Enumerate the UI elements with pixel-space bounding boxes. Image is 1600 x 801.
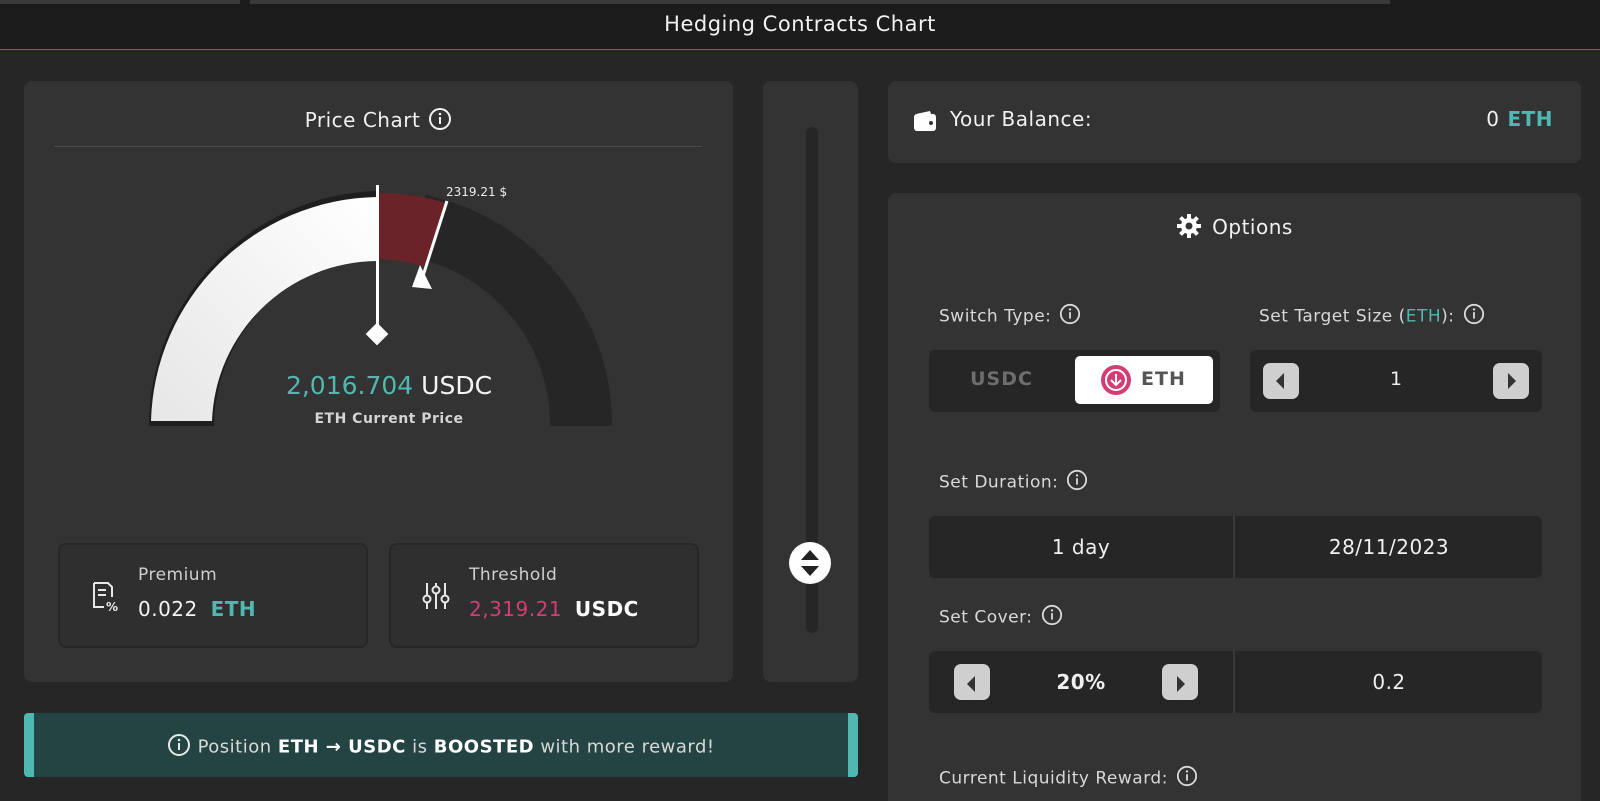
divider — [54, 146, 702, 147]
premium-label: Premium — [138, 565, 218, 585]
current-price-needle — [376, 185, 379, 331]
boost-suffix: with more reward! — [540, 736, 715, 758]
duration-field: 1 day 28/11/2023 — [929, 516, 1542, 578]
tab-indicator — [1108, 0, 1390, 4]
balance-card: Your Balance: 0 ETH — [888, 81, 1581, 163]
info-icon[interactable] — [1041, 604, 1063, 631]
target-size-label-prefix: Set Target Size ( — [1259, 306, 1406, 327]
threshold-box: Threshold 2,319.21 USDC — [389, 543, 699, 648]
threshold-label: Threshold — [469, 565, 558, 585]
cover-label-text: Set Cover: — [939, 607, 1033, 628]
boost-banner: Position ETH → USDC is BOOSTED with more… — [24, 713, 858, 777]
premium-box: % Premium 0.022 ETH — [58, 543, 368, 648]
options-title-text: Options — [1212, 215, 1293, 239]
switch-option-eth-label: ETH — [1141, 368, 1186, 390]
threshold-marker — [412, 265, 432, 289]
switch-type-label-text: Switch Type: — [939, 306, 1052, 327]
tab-indicator — [0, 0, 240, 4]
premium-amount: 0.022 — [138, 597, 198, 621]
duration-label-text: Set Duration: — [939, 472, 1059, 493]
options-title: Options — [888, 213, 1581, 244]
boost-prefix: Position — [197, 736, 272, 758]
cover-percent: 20% — [1056, 670, 1106, 694]
threshold-value: 2,319.21 USDC — [469, 597, 639, 621]
premium-icon: % — [90, 581, 120, 617]
price-chart-card: Price Chart 2319.21 $ 2,016.704 USDC ETH … — [24, 81, 733, 682]
info-icon[interactable] — [1066, 469, 1088, 496]
boost-pair: ETH → USDC — [277, 736, 406, 758]
tab-indicator — [538, 0, 1108, 4]
svg-text:%: % — [106, 600, 118, 613]
tab-indicator — [250, 0, 540, 4]
info-icon[interactable] — [1176, 765, 1198, 792]
premium-value: 0.022 ETH — [138, 597, 256, 621]
sliders-icon — [421, 581, 451, 615]
boost-message: Position ETH → USDC is BOOSTED with more… — [167, 733, 714, 762]
threshold-slider-card — [763, 81, 858, 682]
target-size-label-unit: ETH — [1405, 306, 1442, 327]
boost-highlight: BOOSTED — [433, 736, 535, 758]
current-price-value: 2,016.704 — [285, 371, 414, 400]
switch-option-usdc[interactable]: USDC — [929, 368, 1074, 390]
cover-stepper: 20% — [929, 651, 1235, 713]
chevron-right-icon — [1177, 676, 1185, 692]
chevron-right-icon — [1508, 373, 1516, 389]
options-card: Options Switch Type: USDC ETH Set Target… — [888, 193, 1581, 801]
duration-date[interactable]: 28/11/2023 — [1236, 516, 1542, 578]
slider-handle[interactable] — [789, 542, 831, 584]
increment-button[interactable] — [1162, 664, 1198, 700]
premium-unit: ETH — [210, 597, 257, 621]
price-chart-title-text: Price Chart — [304, 108, 421, 132]
current-price-marker — [365, 322, 389, 346]
arrow-down-icon — [1101, 365, 1131, 395]
liquidity-reward-label-text: Current Liquidity Reward: — [939, 768, 1168, 789]
current-price-label: ETH Current Price — [314, 411, 464, 427]
info-icon — [167, 733, 191, 762]
balance-amount: 0 — [1486, 107, 1500, 131]
sort-arrows-icon — [801, 550, 819, 576]
liquidity-reward-label: Current Liquidity Reward: — [939, 765, 1198, 792]
current-price-unit: USDC — [421, 371, 493, 400]
cover-field: 20% 0.2 — [929, 651, 1542, 713]
info-icon[interactable] — [1463, 303, 1485, 330]
switch-option-eth[interactable]: ETH — [1075, 356, 1213, 404]
target-size-label-suffix: ): — [1441, 306, 1455, 327]
wallet-icon — [914, 111, 936, 135]
chevron-left-icon — [1276, 373, 1284, 389]
balance-unit: ETH — [1507, 107, 1553, 131]
decrement-button[interactable] — [954, 664, 990, 700]
price-gauge — [148, 185, 613, 426]
threshold-price-label: 2319.21 $ — [446, 185, 508, 199]
switch-type-label: Switch Type: — [939, 303, 1081, 330]
threshold-unit: USDC — [574, 597, 639, 621]
target-size-label: Set Target Size (ETH): — [1259, 303, 1485, 330]
info-icon[interactable] — [1059, 303, 1081, 330]
gear-icon — [1176, 213, 1202, 244]
target-size-value: 1 — [1389, 368, 1403, 390]
boost-middle: is — [412, 736, 428, 758]
page-title: Hedging Contracts Chart — [664, 12, 936, 36]
target-size-stepper: 1 — [1250, 350, 1542, 412]
top-bar: Hedging Contracts Chart — [0, 0, 1600, 50]
decrement-button[interactable] — [1263, 363, 1299, 399]
cover-label: Set Cover: — [939, 604, 1063, 631]
increment-button[interactable] — [1493, 363, 1529, 399]
cover-value: 0.2 — [1372, 670, 1406, 694]
current-price: 2,016.704 USDC — [24, 371, 754, 400]
info-icon[interactable] — [428, 107, 452, 136]
threshold-amount: 2,319.21 — [469, 597, 563, 621]
price-chart-title: Price Chart — [24, 107, 733, 136]
chevron-left-icon — [967, 676, 975, 692]
duration-period[interactable]: 1 day — [929, 516, 1235, 578]
switch-type-toggle: USDC ETH — [929, 350, 1220, 412]
balance-value: 0 ETH — [1486, 107, 1553, 131]
balance-label: Your Balance: — [950, 107, 1093, 131]
duration-label: Set Duration: — [939, 469, 1088, 496]
